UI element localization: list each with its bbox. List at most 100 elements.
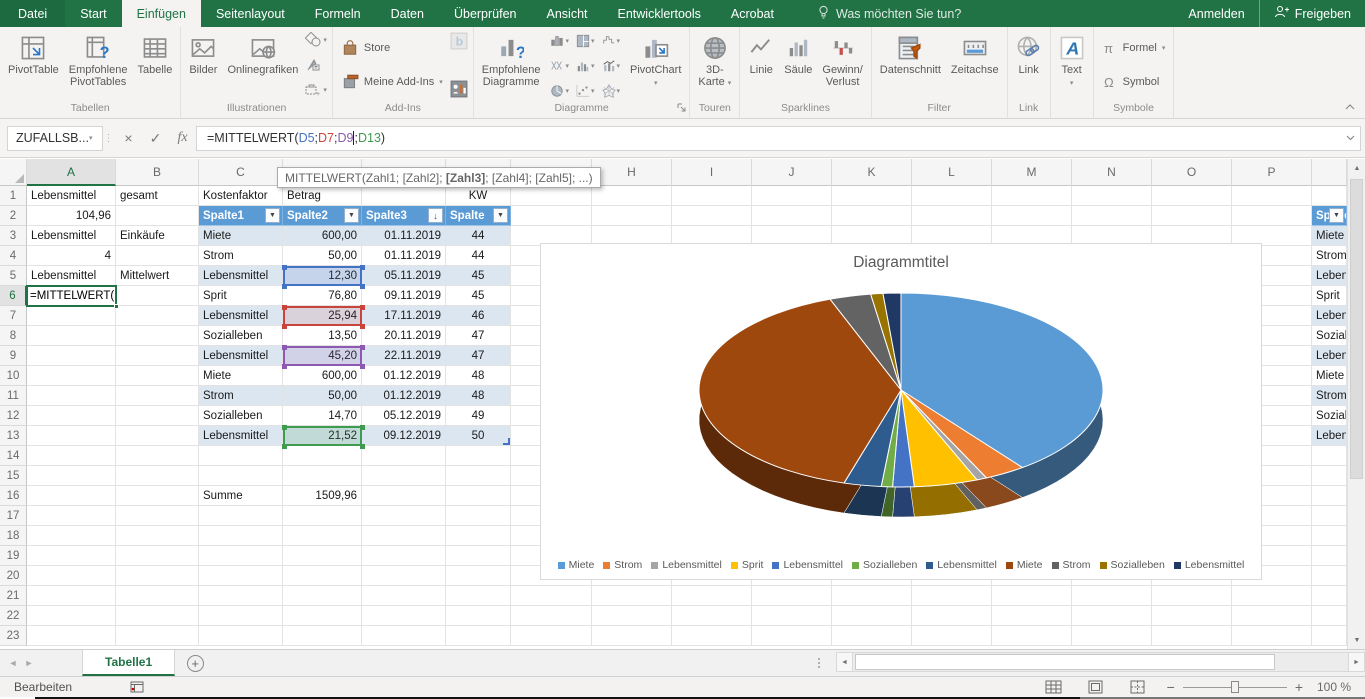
- table-cell-E10[interactable]: 01.12.2019: [362, 366, 446, 386]
- row-header-10[interactable]: 10: [0, 366, 27, 386]
- table-cell-3[interactable]: Miete: [1312, 226, 1347, 246]
- cell-A8[interactable]: [27, 326, 116, 346]
- legend-item-2[interactable]: Lebensmittel: [651, 559, 722, 571]
- cell-K2[interactable]: [832, 206, 912, 226]
- ribbon-button-people-graph-icon[interactable]: [450, 80, 468, 98]
- table-cell-D12[interactable]: 14,70: [283, 406, 362, 426]
- zoom-slider-thumb[interactable]: [1231, 681, 1239, 693]
- cell-H22[interactable]: [592, 606, 672, 626]
- cell-A10[interactable]: [27, 366, 116, 386]
- ribbon-button-linie[interactable]: Linie: [743, 29, 779, 101]
- table-cell-10[interactable]: Miete: [1312, 366, 1347, 386]
- reference-handle[interactable]: [360, 425, 365, 430]
- filter-dropdown-icon[interactable]: ▼: [493, 208, 508, 223]
- cell-B4[interactable]: [116, 246, 199, 266]
- cell-B23[interactable]: [116, 626, 199, 646]
- cell-x20[interactable]: [1312, 566, 1347, 586]
- cell-B20[interactable]: [116, 566, 199, 586]
- cell-E16[interactable]: [362, 486, 446, 506]
- reference-handle[interactable]: [282, 265, 287, 270]
- cell-P21[interactable]: [1232, 586, 1312, 606]
- cell-B21[interactable]: [116, 586, 199, 606]
- row-header-23[interactable]: 23: [0, 626, 27, 646]
- ribbon-button-text[interactable]: AText▾: [1054, 29, 1090, 101]
- cell-x14[interactable]: [1312, 446, 1347, 466]
- row-header-12[interactable]: 12: [0, 406, 27, 426]
- column-header-h[interactable]: H: [592, 159, 672, 186]
- cell-B9[interactable]: [116, 346, 199, 366]
- row-header-21[interactable]: 21: [0, 586, 27, 606]
- table-cell-C11[interactable]: Strom: [199, 386, 283, 406]
- reference-handle[interactable]: [282, 444, 287, 449]
- table-cell-E9[interactable]: 22.11.2019: [362, 346, 446, 366]
- reference-handle[interactable]: [282, 364, 287, 369]
- row-header-16[interactable]: 16: [0, 486, 27, 506]
- table-cell-6[interactable]: Sprit: [1312, 286, 1347, 306]
- row-header-13[interactable]: 13: [0, 426, 27, 446]
- scroll-up-icon[interactable]: ▲: [1348, 159, 1365, 177]
- cell-B7[interactable]: [116, 306, 199, 326]
- tab-entwicklertools[interactable]: Entwicklertools: [603, 0, 716, 27]
- cell-M23[interactable]: [992, 626, 1072, 646]
- table-cell-F8[interactable]: 47: [446, 326, 511, 346]
- cell-F18[interactable]: [446, 526, 511, 546]
- cell-G22[interactable]: [511, 606, 592, 626]
- cell-E1[interactable]: [362, 186, 446, 206]
- ribbon-button-onlinegrafiken[interactable]: Onlinegrafiken: [222, 29, 303, 101]
- tab-daten[interactable]: Daten: [376, 0, 439, 27]
- cell-D23[interactable]: [283, 626, 362, 646]
- cell-B15[interactable]: [116, 466, 199, 486]
- cell-D18[interactable]: [283, 526, 362, 546]
- cell-x22[interactable]: [1312, 606, 1347, 626]
- table-cell-13[interactable]: Lebensmittel: [1312, 426, 1347, 446]
- filter-dropdown-icon[interactable]: ▼: [1329, 208, 1344, 223]
- ribbon-button-dot-chart-icon[interactable]: ▾: [574, 83, 597, 99]
- column-header-m[interactable]: M: [992, 159, 1072, 186]
- table-cell-F9[interactable]: 47: [446, 346, 511, 366]
- pie-chart-object[interactable]: Diagrammtitel MieteStromLebensmittelSpri…: [540, 243, 1262, 580]
- cell-G23[interactable]: [511, 626, 592, 646]
- ribbon-button-bilder[interactable]: Bilder: [184, 29, 222, 101]
- cell-F19[interactable]: [446, 546, 511, 566]
- cell-D14[interactable]: [283, 446, 362, 466]
- cell-B8[interactable]: [116, 326, 199, 346]
- table-cell-12[interactable]: Sozialleben: [1312, 406, 1347, 426]
- cell-A20[interactable]: [27, 566, 116, 586]
- cell-L1[interactable]: [912, 186, 992, 206]
- table-cell-5[interactable]: Lebensmittel: [1312, 266, 1347, 286]
- cell-E15[interactable]: [362, 466, 446, 486]
- cell-x2[interactable]: Spalte1▼: [1312, 206, 1347, 226]
- cell-L21[interactable]: [912, 586, 992, 606]
- reference-handle[interactable]: [282, 284, 287, 289]
- row-header-11[interactable]: 11: [0, 386, 27, 406]
- cell-E2[interactable]: Spalte3↓: [362, 206, 446, 226]
- cell-E19[interactable]: [362, 546, 446, 566]
- table-cell-F12[interactable]: 49: [446, 406, 511, 426]
- table-cell-E11[interactable]: 01.12.2019: [362, 386, 446, 406]
- cell-D17[interactable]: [283, 506, 362, 526]
- cell-I21[interactable]: [672, 586, 752, 606]
- collapse-ribbon-icon[interactable]: [1345, 97, 1355, 115]
- cell-x23[interactable]: [1312, 626, 1347, 646]
- cell-A16[interactable]: [27, 486, 116, 506]
- cell-A13[interactable]: [27, 426, 116, 446]
- sort-filter-icon[interactable]: ↓: [428, 208, 443, 223]
- cell-K21[interactable]: [832, 586, 912, 606]
- cell-J21[interactable]: [752, 586, 832, 606]
- row-header-1[interactable]: 1: [0, 186, 27, 206]
- cell-A18[interactable]: [27, 526, 116, 546]
- column-header-n[interactable]: N: [1072, 159, 1152, 186]
- table-cell-F10[interactable]: 48: [446, 366, 511, 386]
- cell-x1[interactable]: [1312, 186, 1347, 206]
- cell-A1[interactable]: Lebensmittel: [27, 186, 116, 206]
- cell-E22[interactable]: [362, 606, 446, 626]
- cell-K22[interactable]: [832, 606, 912, 626]
- cell-L22[interactable]: [912, 606, 992, 626]
- row-header-22[interactable]: 22: [0, 606, 27, 626]
- cell-F20[interactable]: [446, 566, 511, 586]
- new-sheet-button[interactable]: +: [175, 650, 215, 676]
- cell-F2[interactable]: Spalte▼: [446, 206, 511, 226]
- cell-D16[interactable]: 1509,96: [283, 486, 362, 506]
- table-cell-F4[interactable]: 44: [446, 246, 511, 266]
- cell-x17[interactable]: [1312, 506, 1347, 526]
